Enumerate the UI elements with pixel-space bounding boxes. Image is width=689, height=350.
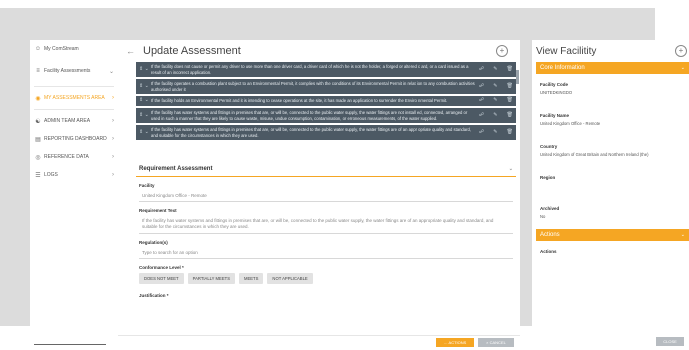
chevron-right-icon: › [112,118,114,124]
link-icon[interactable]: ☍ [479,98,484,104]
delete-icon[interactable]: 🗑 [507,112,513,119]
delete-icon[interactable]: 🗑 [507,66,513,73]
sidebar-item-admin-team[interactable]: ☯ ADMIN TEAM AREA › [30,112,118,130]
actions-section[interactable]: Actions ⌄ [536,229,689,241]
page-title: Update Assessment [143,45,241,57]
chevron-down-icon: ⌄ [508,166,513,172]
edit-icon[interactable]: ✎ [493,112,497,119]
sidebar-divider [34,109,114,110]
requirement-row[interactable]: ⇕ ⌄ If the facility has water systems an… [136,125,516,141]
country-label: Country [540,144,558,149]
requirement-row[interactable]: ⇕ ⌄ If the facility operates a combustio… [136,79,516,95]
requirement-text-field[interactable]: If the facility has water systems and fi… [139,215,513,234]
facility-label: Facility [139,183,155,188]
requirement-list: ⇕ ⌄ If the facility does not cause or pe… [136,62,516,142]
drag-handle-icon[interactable]: ⇕ ⌄ [139,112,151,119]
form-heading[interactable]: Requirement Assessment ⌄ [136,162,516,177]
regulation-search-input[interactable]: Type to search for an option [139,247,513,259]
row-actions: ☍ ✎ 🗑 [475,83,513,90]
link-icon[interactable]: ☍ [479,83,484,90]
sidebar-footer-line [34,344,106,345]
delete-icon[interactable]: 🗑 [507,98,513,104]
row-actions: ☍ ✎ 🗑 [475,66,513,73]
view-facility-panel: View Facilitity + Core Information ⌄ Fac… [532,40,689,349]
panel-title: View Facilitity [536,45,597,57]
scrollbar[interactable] [516,70,519,84]
drag-handle-icon[interactable]: ⇕ ⌄ [139,129,151,136]
requirement-assessment-form: Requirement Assessment ⌄ Facility United… [136,162,516,298]
drag-handle-icon[interactable]: ⇕ ⌄ [139,98,151,104]
link-icon[interactable]: ☍ [479,129,484,136]
edit-icon[interactable]: ✎ [493,129,497,136]
chevron-down-icon: ⌄ [108,68,114,75]
requirement-row[interactable]: ⇕ ⌄ If the facility has water systems an… [136,107,516,124]
cancel-button[interactable]: × CANCEL [478,338,514,347]
background-divider [520,8,532,326]
chevron-right-icon: › [112,136,114,142]
sidebar-item-my-comstream[interactable]: ☺ My ComStream [30,40,118,58]
sidebar-item-reporting-dashboard[interactable]: ▤ REPORTING DASHBOARD › [30,130,118,148]
chevron-right-icon: › [112,154,114,160]
core-information-section[interactable]: Core Information ⌄ [536,62,689,74]
justification-label: Justification * [139,293,169,298]
meets-button[interactable]: MEETS [238,273,264,284]
facility-field[interactable]: United Kingdom Office - Remote [139,190,513,202]
chevron-down-icon: ⌄ [680,65,685,71]
team-icon: ☯ [35,118,41,125]
back-arrow-icon[interactable]: ← [126,46,135,56]
row-actions: ☍ ✎ 🗑 [475,112,513,119]
link-icon[interactable]: ☍ [479,112,484,119]
edit-icon[interactable]: ✎ [493,98,497,104]
link-icon[interactable]: ☍ [479,66,484,73]
not-applicable-button[interactable]: NOT APPLICABLE [267,273,313,284]
main-header: ← Update Assessment + [118,40,520,62]
background-left [0,8,30,326]
sidebar-item-facility-assessments[interactable]: ≡ Facility Assessments ⌄ [30,58,118,84]
sidebar: ☺ My ComStream ≡ Facility Assessments ⌄ … [30,40,119,349]
regulation-label: Regulation(s) [139,240,168,245]
does-not-meet-button[interactable]: DOES NOT MEET [139,273,184,284]
sidebar-item-logs[interactable]: ☰ LOGS › [30,166,118,184]
list-icon: ≡ [36,68,40,74]
chevron-right-icon: › [112,95,114,101]
actions-button[interactable]: … ACTIONS [436,338,474,347]
actions-label: Actions [540,249,557,254]
logs-icon: ☰ [35,172,41,179]
delete-icon[interactable]: 🗑 [507,129,513,136]
conformance-options: DOES NOT MEET PARTIALLY MEETS MEETS NOT … [136,270,516,287]
row-actions: ☍ ✎ 🗑 [475,98,513,104]
drag-handle-icon[interactable]: ⇕ ⌄ [139,83,151,90]
update-assessment-panel: ← Update Assessment + ⇕ ⌄ If the facilit… [118,40,520,350]
edit-icon[interactable]: ✎ [493,66,497,73]
facility-name-label: Facility Name [540,113,570,118]
sidebar-item-reference-data[interactable]: ◎ REFERENCE DATA › [30,148,118,166]
sidebar-item-my-assessments[interactable]: ◉ MY ASSESSMENTS AREA › [30,89,118,107]
archived-label: Archived [540,206,560,211]
facility-code-label: Facility Code [540,82,569,87]
add-icon[interactable]: + [675,45,687,57]
close-button[interactable]: CLOSE [656,337,684,346]
drag-handle-icon[interactable]: ⇕ ⌄ [139,66,151,73]
chevron-down-icon: ⌄ [680,232,685,238]
main-footer: … ACTIONS × CANCEL [118,335,520,350]
delete-icon[interactable]: 🗑 [507,83,513,90]
right-header: View Facilitity + [532,40,689,62]
database-icon: ◎ [35,154,41,161]
requirement-row[interactable]: ⇕ ⌄ If the facility does not cause or pe… [136,62,516,78]
sidebar-divider [34,86,114,87]
row-actions: ☍ ✎ 🗑 [475,129,513,136]
add-icon[interactable]: + [496,45,508,57]
person-icon: ☺ [34,46,42,52]
chevron-right-icon: › [112,172,114,178]
edit-icon[interactable]: ✎ [493,83,497,90]
region-label: Region [540,175,556,180]
requirement-row[interactable]: ⇕ ⌄ If the facility holds an Environment… [136,96,516,106]
requirement-text-label: Requirement Text [139,208,177,213]
chart-icon: ▤ [35,136,41,143]
assess-icon: ◉ [35,95,41,102]
partially-meets-button[interactable]: PARTIALLY MEETS [187,273,235,284]
